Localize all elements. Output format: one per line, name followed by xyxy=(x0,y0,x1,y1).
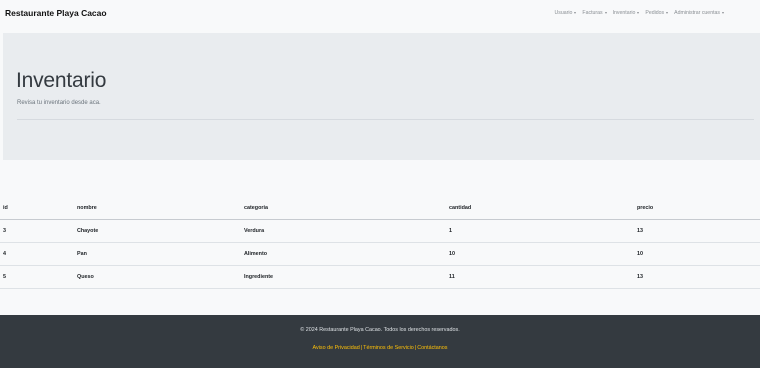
cell-nombre: Queso xyxy=(77,274,94,280)
page-subtitle: Revisa tu inventario desde aca. xyxy=(17,100,101,106)
table-row: 4 Pan Alimento 10 10 xyxy=(0,243,760,266)
nav-dropdown-inventario[interactable]: Inventario xyxy=(613,10,640,16)
column-header-precio: precio xyxy=(637,205,654,211)
cell-nombre: Pan xyxy=(77,251,87,257)
column-header-nombre: nombre xyxy=(77,205,97,211)
nav-dropdown-label: Pedidos xyxy=(645,10,665,16)
cell-id: 4 xyxy=(3,251,6,257)
caret-down-icon xyxy=(666,12,669,14)
nav-dropdown-pedidos[interactable]: Pedidos xyxy=(645,10,669,16)
column-header-id: id xyxy=(3,205,8,211)
navbar: Restaurante Playa Cacao Usuario Facturas… xyxy=(0,0,760,28)
nav-dropdown-label: Administrar cuentas xyxy=(674,10,720,16)
cell-cantidad: 1 xyxy=(449,228,452,234)
cell-categoria: Verdura xyxy=(244,228,265,234)
navbar-brand[interactable]: Restaurante Playa Cacao xyxy=(5,8,107,18)
cell-cantidad: 10 xyxy=(449,251,455,257)
column-header-categoria: categoria xyxy=(244,205,268,211)
nav-dropdown-administrar-cuentas[interactable]: Administrar cuentas xyxy=(674,10,724,16)
nav-dropdown-label: Usuario xyxy=(554,10,573,16)
table-header: id nombre categoria cantidad precio xyxy=(0,197,760,220)
jumbotron: Inventario Revisa tu inventario desde ac… xyxy=(3,33,760,160)
terms-link[interactable]: Términos de Servicio xyxy=(363,345,414,351)
caret-down-icon xyxy=(637,12,640,14)
table-body: 3 Chayote Verdura 1 13 4 Pan Alimento 10… xyxy=(0,220,760,289)
caret-down-icon xyxy=(722,12,724,14)
cell-nombre: Chayote xyxy=(77,228,99,234)
cell-precio: 10 xyxy=(637,251,643,257)
cell-precio: 13 xyxy=(637,228,643,234)
table-header-row: id nombre categoria cantidad precio xyxy=(0,197,760,220)
caret-down-icon xyxy=(604,12,607,14)
cell-id: 3 xyxy=(3,228,6,234)
cell-cantidad: 11 xyxy=(449,274,455,280)
privacy-link[interactable]: Aviso de Privacidad xyxy=(313,345,360,351)
page-title: Inventario xyxy=(16,69,107,92)
footer-links: Aviso de Privacidad|Términos de Servicio… xyxy=(0,345,760,351)
table-row: 3 Chayote Verdura 1 13 xyxy=(0,220,760,243)
nav-dropdown-usuario[interactable]: Usuario xyxy=(555,10,577,16)
inventory-table: id nombre categoria cantidad precio 3 Ch… xyxy=(0,197,760,289)
column-header-cantidad: cantidad xyxy=(449,205,472,211)
divider xyxy=(17,119,754,120)
cell-categoria: Alimento xyxy=(244,251,268,257)
footer: © 2024 Restaurante Playa Cacao. Todos lo… xyxy=(0,315,760,368)
cell-precio: 13 xyxy=(637,274,643,280)
nav-dropdown-facturas[interactable]: Facturas xyxy=(582,10,607,16)
nav-menu: Usuario Facturas Inventario Pedidos Admi… xyxy=(555,10,724,16)
nav-dropdown-label: Facturas xyxy=(582,10,603,16)
cell-categoria: Ingrediente xyxy=(244,274,274,280)
cell-id: 5 xyxy=(3,274,6,280)
nav-dropdown-label: Inventario xyxy=(612,10,636,16)
contact-link[interactable]: Contáctanos xyxy=(417,345,447,351)
footer-copyright: © 2024 Restaurante Playa Cacao. Todos lo… xyxy=(300,327,460,333)
table-row: 5 Queso Ingrediente 11 13 xyxy=(0,266,760,289)
caret-down-icon xyxy=(574,12,577,14)
